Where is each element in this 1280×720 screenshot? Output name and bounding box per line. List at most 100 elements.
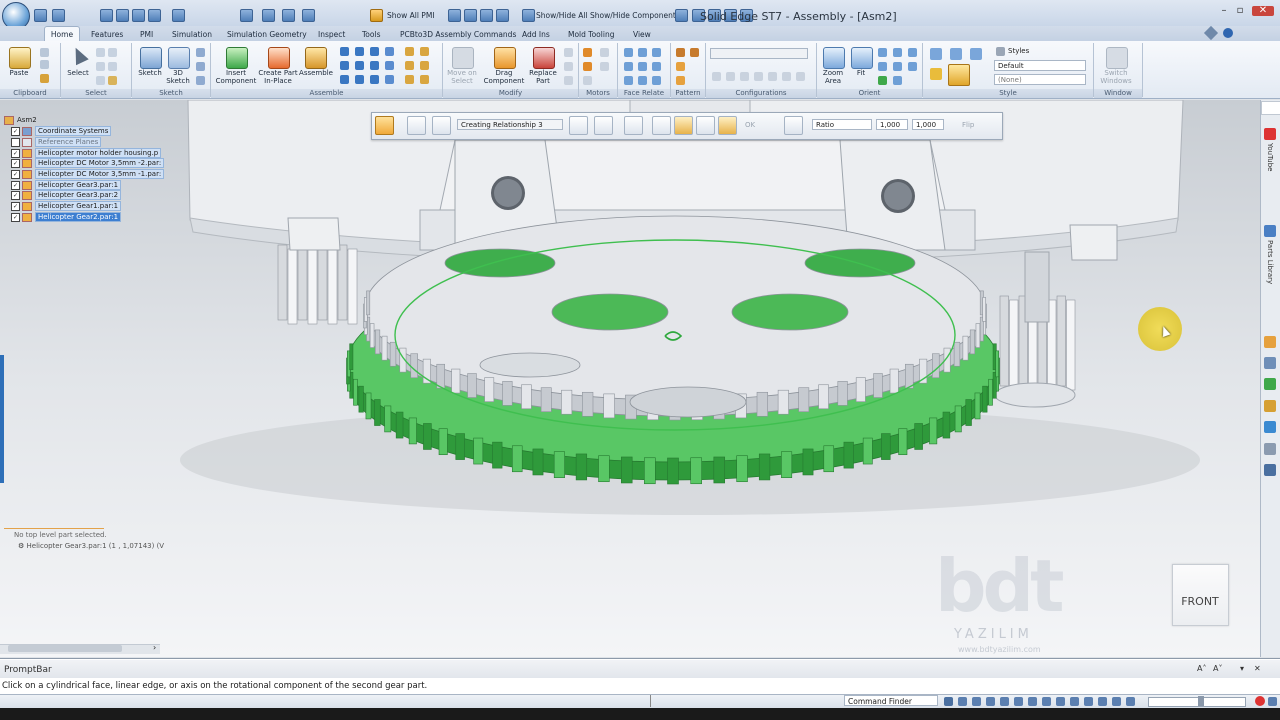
- select-tool-icon[interactable]: [108, 62, 117, 71]
- quick-access-icon[interactable]: [522, 9, 535, 22]
- tree-item-part[interactable]: ✓ Helicopter motor holder housing.p: [11, 148, 162, 158]
- fit-button[interactable]: Fit: [848, 69, 874, 77]
- tab-simulation[interactable]: Simulation: [172, 28, 212, 41]
- select-tool-icon[interactable]: [96, 48, 105, 57]
- quick-access-icon[interactable]: [464, 9, 477, 22]
- orient-icon[interactable]: [908, 48, 917, 57]
- flip-button[interactable]: Flip: [962, 121, 974, 129]
- modify-tool-icon[interactable]: [564, 76, 573, 85]
- tool-icon[interactable]: [1264, 464, 1276, 476]
- motor-icon[interactable]: [600, 48, 609, 57]
- configuration-icon[interactable]: [768, 72, 777, 81]
- modify-tool-icon[interactable]: [564, 62, 573, 71]
- tree-item-part[interactable]: ✓ Helicopter Gear3.par:1: [11, 180, 122, 190]
- orient-icon[interactable]: [893, 76, 902, 85]
- checkbox-icon[interactable]: [11, 137, 20, 147]
- docking-tab[interactable]: [1261, 101, 1280, 115]
- switch-windows-label-line1[interactable]: Switch: [1096, 69, 1136, 77]
- replace-part-label-line2[interactable]: Part: [524, 77, 562, 85]
- move-on-select-label-line1[interactable]: Move on: [442, 69, 482, 77]
- parts-library-tab[interactable]: Parts Library: [1266, 240, 1274, 284]
- tab-tools[interactable]: Tools: [362, 28, 380, 41]
- relate-icon[interactable]: [370, 47, 379, 56]
- close-icon[interactable]: ✕: [1254, 664, 1261, 673]
- assembly-model[interactable]: [0, 100, 1260, 657]
- create-part-label-line1[interactable]: Create Part: [256, 69, 300, 77]
- tool-icon[interactable]: [1264, 378, 1276, 390]
- fit-icon[interactable]: [851, 47, 873, 69]
- checkbox-icon[interactable]: ✓: [11, 180, 20, 190]
- assemble-tool-icon[interactable]: [420, 75, 429, 84]
- tree-item-part[interactable]: ✓ Helicopter DC Motor 3,5mm -1.par:: [11, 169, 165, 179]
- view-control-icon[interactable]: [1056, 697, 1065, 706]
- view-control-icon[interactable]: [1112, 697, 1121, 706]
- orient-icon[interactable]: [878, 76, 887, 85]
- tab-view[interactable]: View: [633, 28, 651, 41]
- zoom-area-label-line1[interactable]: Zoom: [818, 69, 848, 77]
- quick-access-icon[interactable]: [100, 9, 113, 22]
- orient-icon[interactable]: [878, 48, 887, 57]
- face-relate-icon[interactable]: [624, 48, 633, 57]
- assemble-button[interactable]: Assemble: [298, 69, 334, 77]
- tab-pmi[interactable]: PMI: [140, 28, 153, 41]
- assemble-tool-icon[interactable]: [405, 61, 414, 70]
- tool-icon[interactable]: [1264, 357, 1276, 369]
- drag-component-icon[interactable]: [494, 47, 516, 69]
- relate-icon[interactable]: [385, 47, 394, 56]
- relate-icon[interactable]: [355, 47, 364, 56]
- font-size-icon[interactable]: A˅: [1213, 664, 1222, 673]
- replace-part-icon[interactable]: [533, 47, 555, 69]
- orient-icon[interactable]: [893, 62, 902, 71]
- 3d-sketch-label-line2[interactable]: Sketch: [164, 77, 192, 85]
- tab-pcbto3d[interactable]: PCBto3D Assembly Commands: [400, 28, 516, 41]
- checkbox-icon[interactable]: ✓: [11, 190, 20, 200]
- tree-item-coordinate-systems[interactable]: ✓ Coordinate Systems: [11, 126, 112, 136]
- relate-icon[interactable]: [340, 61, 349, 70]
- configuration-icon[interactable]: [754, 72, 763, 81]
- save-icon[interactable]: [34, 9, 47, 22]
- face-relate-icon[interactable]: [652, 76, 661, 85]
- motor-icon[interactable]: [583, 76, 592, 85]
- sketch-tool-icon[interactable]: [196, 48, 205, 57]
- side-panel-tab[interactable]: [0, 355, 4, 483]
- paste-icon[interactable]: [9, 47, 31, 69]
- view-cube-icon[interactable]: [950, 48, 962, 60]
- configuration-icon[interactable]: [796, 72, 805, 81]
- quick-access-icon[interactable]: [675, 9, 688, 22]
- sketch-tool-icon[interactable]: [196, 76, 205, 85]
- pattern-icon[interactable]: [676, 62, 685, 71]
- tab-home[interactable]: Home: [44, 26, 80, 42]
- zoom-area-icon[interactable]: [823, 47, 845, 69]
- style-select[interactable]: Default: [994, 60, 1086, 71]
- face-relate-icon[interactable]: [638, 76, 647, 85]
- tool-icon[interactable]: [1264, 443, 1276, 455]
- assemble-tool-icon[interactable]: [405, 47, 414, 56]
- pattern-icon[interactable]: [676, 76, 685, 85]
- relate-icon[interactable]: [370, 61, 379, 70]
- show-hide-all-button[interactable]: Show/Hide All: [536, 11, 588, 20]
- quick-access-icon[interactable]: [448, 9, 461, 22]
- configuration-icon[interactable]: [726, 72, 735, 81]
- view-cube-icon[interactable]: [970, 48, 982, 60]
- quick-access-icon[interactable]: [132, 9, 145, 22]
- list-icon[interactable]: [594, 116, 613, 135]
- pattern-icon[interactable]: [676, 48, 685, 57]
- tab-features[interactable]: Features: [91, 28, 123, 41]
- font-size-icon[interactable]: A˄: [1197, 664, 1206, 673]
- command-finder-input[interactable]: Command Finder: [844, 695, 938, 706]
- checkbox-icon[interactable]: ✓: [11, 158, 20, 168]
- tab-inspect[interactable]: Inspect: [318, 28, 345, 41]
- paste-button[interactable]: Paste: [4, 69, 34, 77]
- ratio-options-icon[interactable]: [784, 116, 803, 135]
- switch-windows-icon[interactable]: [1106, 47, 1128, 69]
- tree-root[interactable]: Asm2: [4, 115, 37, 125]
- orient-icon[interactable]: [908, 62, 917, 71]
- motor-icon[interactable]: [583, 62, 592, 71]
- drag-component-label-line2[interactable]: Component: [482, 77, 526, 85]
- checkbox-icon[interactable]: ✓: [11, 148, 20, 158]
- 3d-sketch-icon[interactable]: [168, 47, 190, 69]
- 3d-sketch-label-line1[interactable]: 3D: [164, 69, 192, 77]
- insert-component-icon[interactable]: [226, 47, 248, 69]
- view-control-icon[interactable]: [1042, 697, 1051, 706]
- configuration-select[interactable]: [710, 48, 808, 59]
